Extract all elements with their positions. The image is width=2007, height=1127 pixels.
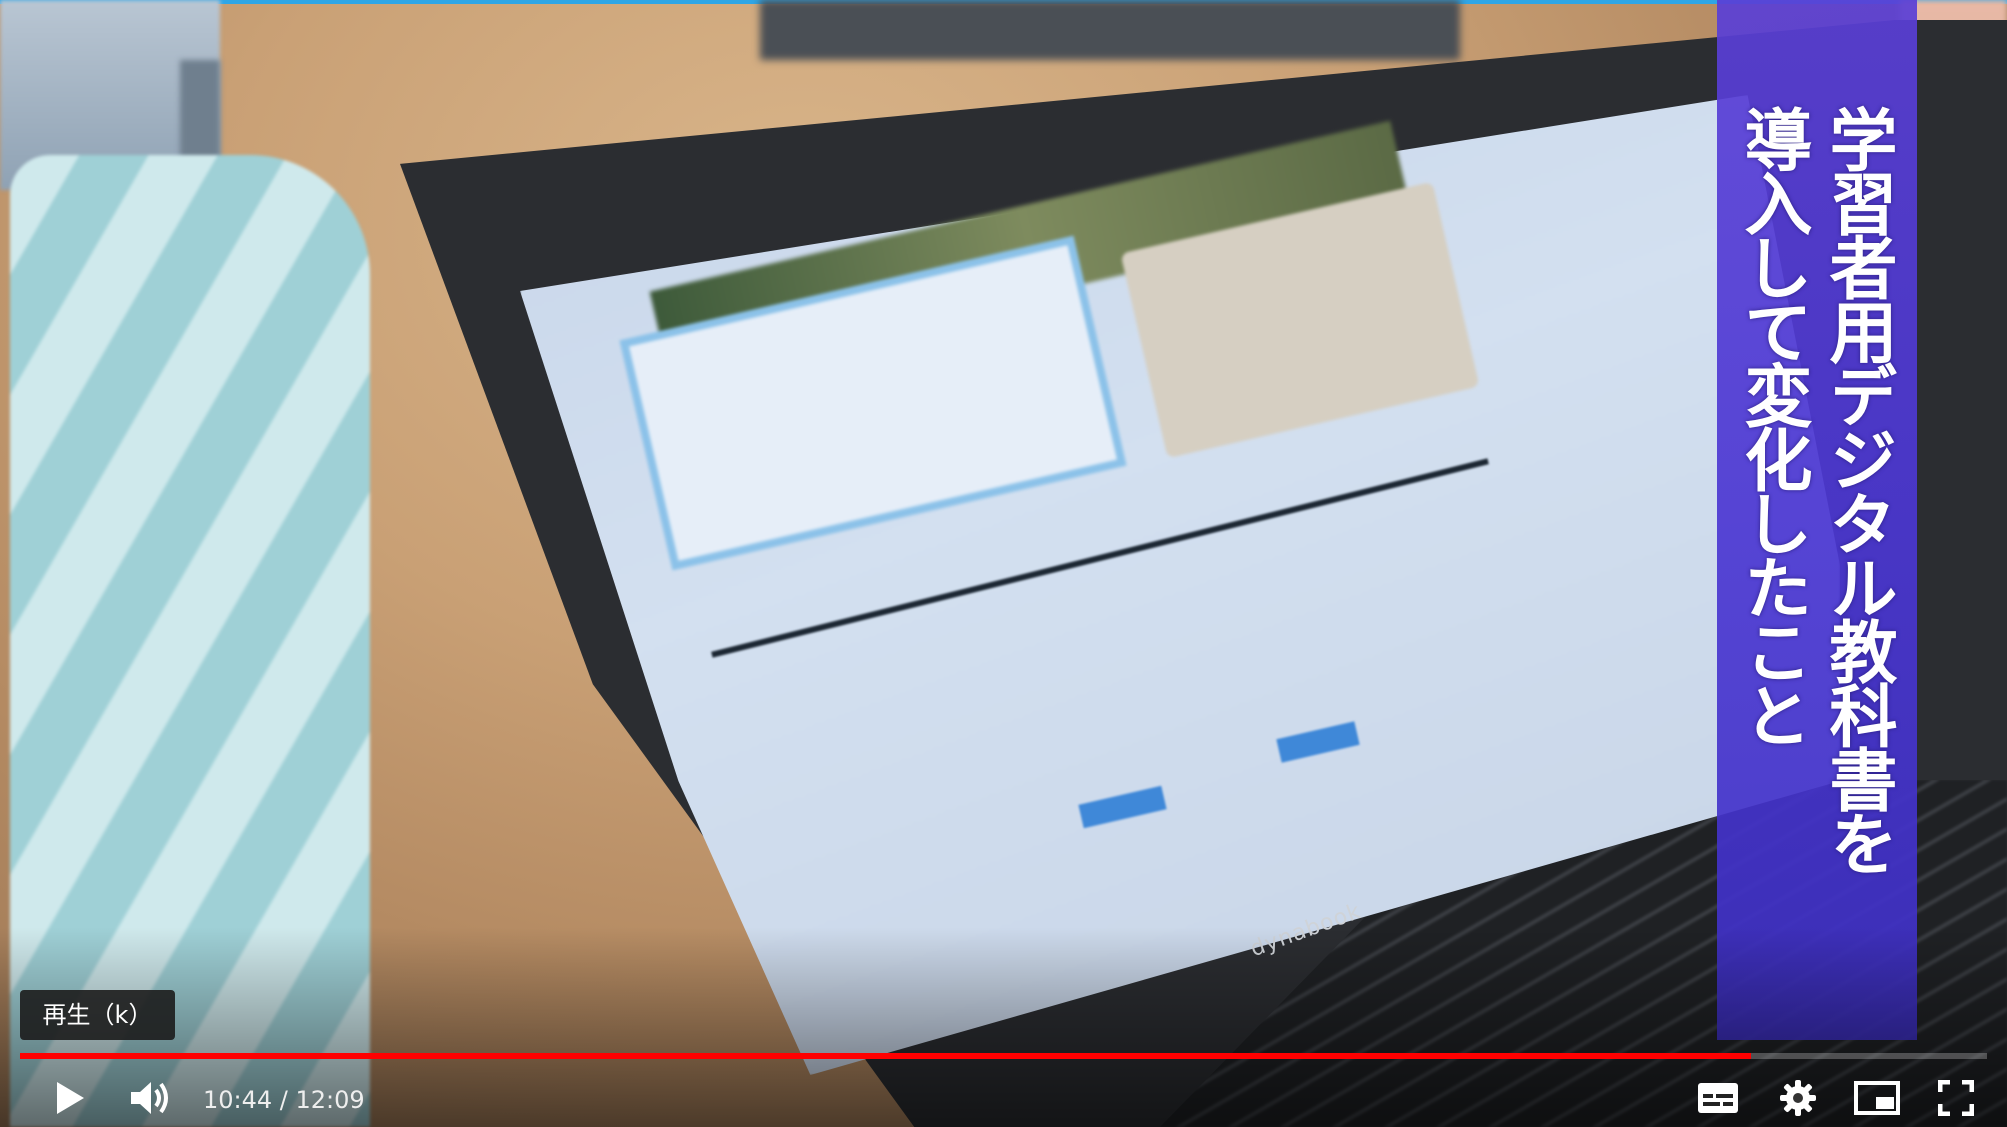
progress-bar[interactable] [20, 1053, 1987, 1059]
volume-button[interactable] [126, 1076, 176, 1120]
subtitles-icon [1697, 1082, 1739, 1114]
settings-button[interactable] [1776, 1076, 1820, 1120]
video-player[interactable]: dynabook 学習者用デジタル教科書を 導入して変化したこと 再生（k） 1… [0, 0, 2007, 1127]
play-tooltip: 再生（k） [20, 990, 175, 1040]
gear-icon [1779, 1079, 1817, 1117]
play-icon [55, 1081, 85, 1115]
volume-icon [129, 1078, 173, 1118]
miniplayer-button[interactable] [1852, 1076, 1902, 1120]
progress-fill [20, 1053, 1751, 1059]
play-button[interactable] [48, 1076, 92, 1120]
miniplayer-icon [1854, 1081, 1900, 1115]
subtitles-button[interactable] [1696, 1076, 1740, 1120]
fullscreen-icon [1938, 1080, 1974, 1116]
time-display: 10:44 / 12:09 [203, 1086, 365, 1114]
caption-line-1: 学習者用デジタル教科書を [1817, 105, 1896, 873]
caption-line-2: 導入して変化したこと [1732, 105, 1811, 745]
player-controls: 10:44 / 12:09 [0, 1068, 2007, 1127]
fullscreen-button[interactable] [1934, 1076, 1978, 1120]
background-object [760, 0, 1460, 60]
